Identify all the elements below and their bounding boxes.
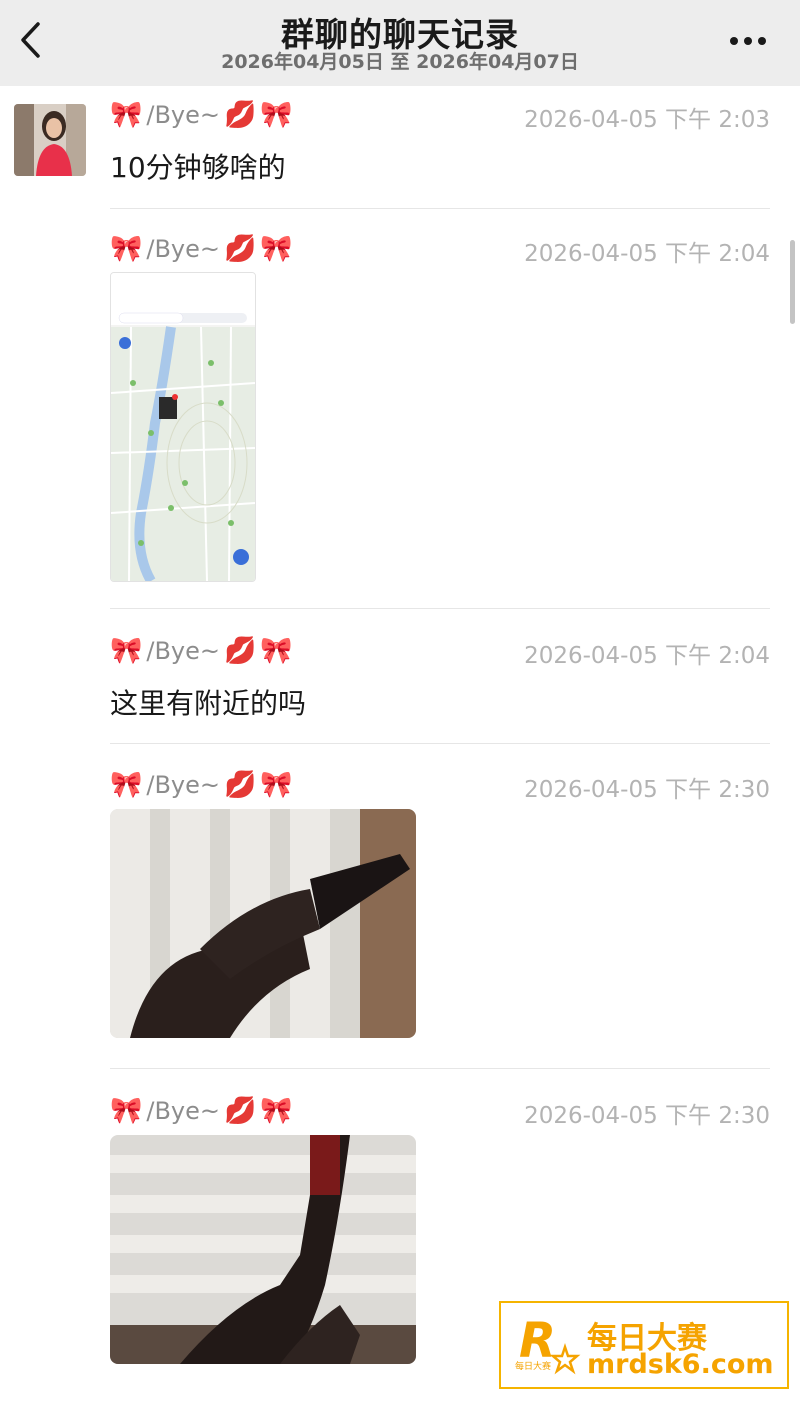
watermark-banner[interactable]: R 每日大赛 每日大赛 mrdsk6.com [499, 1301, 789, 1389]
kiss-emoji-icon: 💋 [224, 234, 257, 264]
more-icon [730, 37, 766, 45]
message-text[interactable]: 这里有附近的吗 [110, 682, 770, 722]
map-screenshot-image[interactable] [110, 272, 256, 582]
message-text[interactable]: 10分钟够啥的 [110, 146, 770, 186]
message-item: 🎀 /Bye~ 💋 🎀 2026-04-05 下午 2:30 [110, 1096, 770, 1132]
avatar[interactable] [14, 104, 86, 176]
message-timestamp: 2026-04-05 下午 2:04 [524, 643, 770, 669]
photo-image[interactable] [110, 1135, 416, 1364]
more-options-button[interactable] [726, 26, 770, 56]
sender-name: 🎀 /Bye~ 💋 🎀 [110, 100, 293, 130]
message-timestamp: 2026-04-05 下午 2:30 [524, 1103, 770, 1129]
divider [110, 743, 770, 744]
message-timestamp: 2026-04-05 下午 2:04 [524, 241, 770, 267]
bow-emoji-icon: 🎀 [260, 1096, 293, 1126]
kiss-emoji-icon: 💋 [224, 636, 257, 666]
message-timestamp: 2026-04-05 下午 2:30 [524, 777, 770, 803]
message-item: 🎀 /Bye~ 💋 🎀 2026-04-05 下午 2:04 [110, 234, 770, 270]
scrollbar[interactable] [790, 240, 795, 324]
message-timestamp: 2026-04-05 下午 2:03 [524, 107, 770, 133]
sender-name: 🎀 /Bye~ 💋 🎀 [110, 770, 293, 800]
message-item: 🎀 /Bye~ 💋 🎀 2026-04-05 下午 2:04 这里有附近的吗 [110, 636, 770, 722]
sender-name: 🎀 /Bye~ 💋 🎀 [110, 1096, 293, 1126]
bow-emoji-icon: 🎀 [110, 234, 143, 264]
bow-emoji-icon: 🎀 [260, 770, 293, 800]
message-item: 🎀 /Bye~ 💋 🎀 2026-04-05 下午 2:03 10分钟够啥的 [110, 100, 770, 186]
message-item: 🎀 /Bye~ 💋 🎀 2026-04-05 下午 2:30 [110, 770, 770, 806]
divider [110, 1068, 770, 1069]
kiss-emoji-icon: 💋 [224, 770, 257, 800]
divider [110, 608, 770, 609]
top-nav-bar: 群聊的聊天记录 2026年04月05日 至 2026年04月07日 [0, 0, 800, 86]
map-thumbnail [111, 273, 255, 581]
divider [110, 208, 770, 209]
sender-name: 🎀 /Bye~ 💋 🎀 [110, 234, 293, 264]
watermark-url: mrdsk6.com [587, 1349, 774, 1380]
photo-thumbnail [110, 809, 416, 1038]
photo-thumbnail [110, 1135, 416, 1364]
avatar-photo [14, 104, 86, 176]
bow-emoji-icon: 🎀 [110, 636, 143, 666]
bow-emoji-icon: 🎀 [260, 636, 293, 666]
bow-emoji-icon: 🎀 [260, 234, 293, 264]
kiss-emoji-icon: 💋 [224, 1096, 257, 1126]
bow-emoji-icon: 🎀 [110, 770, 143, 800]
kiss-emoji-icon: 💋 [224, 100, 257, 130]
watermark-logo-text: 每日大赛 [515, 1362, 552, 1372]
bow-emoji-icon: 🎀 [260, 100, 293, 130]
date-range: 2026年04月05日 至 2026年04月07日 [221, 51, 579, 73]
photo-image[interactable] [110, 809, 416, 1038]
sender-name: 🎀 /Bye~ 💋 🎀 [110, 636, 293, 666]
bow-emoji-icon: 🎀 [110, 100, 143, 130]
bow-emoji-icon: 🎀 [110, 1096, 143, 1126]
